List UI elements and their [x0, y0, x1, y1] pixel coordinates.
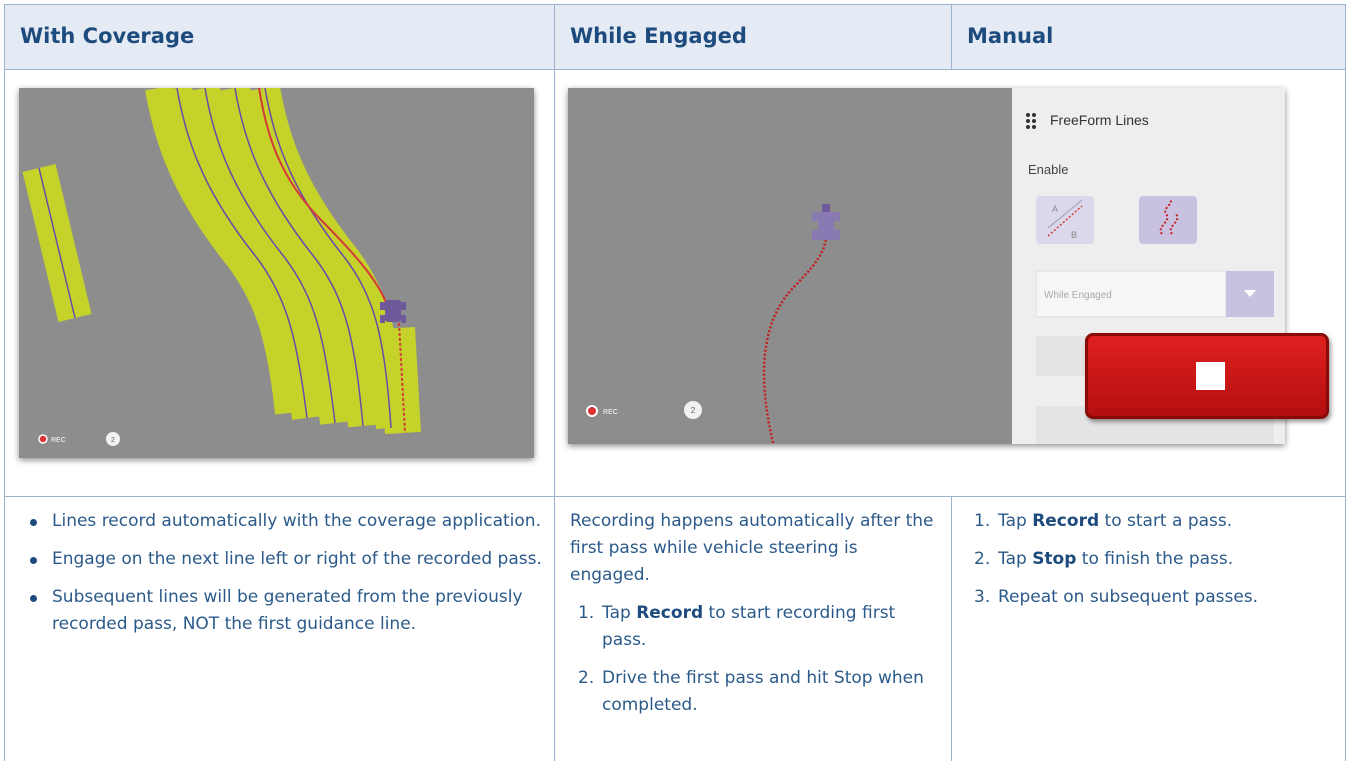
column-divider-1	[554, 4, 555, 761]
bullet-icon	[30, 557, 37, 564]
bullet-icon	[30, 519, 37, 526]
record-indicator-icon	[38, 434, 48, 444]
panel-title: FreeForm Lines	[1050, 112, 1149, 128]
rec-label: REC	[603, 409, 618, 416]
list-item: Subsequent lines will be generated from …	[22, 584, 542, 638]
list-item: Lines record automatically with the cove…	[22, 508, 542, 535]
header-manual: Manual	[951, 4, 1346, 70]
header-while-engaged: While Engaged	[554, 4, 951, 70]
freeform-line-button[interactable]	[1139, 196, 1197, 244]
ab-letter-b: B	[1071, 230, 1077, 240]
stop-icon	[1196, 362, 1225, 390]
header-with-coverage: With Coverage	[4, 4, 554, 70]
right-border	[1345, 4, 1346, 761]
record-indicator-icon	[586, 405, 598, 417]
list-item: 2. Drive the first pass and hit Stop when…	[578, 668, 924, 715]
counter-value: 2	[691, 406, 696, 415]
col3-content: 1. Tap Record to start a pass. 2. Tap Stop…	[966, 508, 1338, 622]
left-border	[4, 4, 5, 761]
col1-bullets: Lines record automatically with the cove…	[22, 508, 542, 649]
mode-dropdown-value: While Engaged	[1044, 290, 1112, 301]
col2-intro: Recording happens automatically after th…	[570, 511, 934, 585]
column-divider-2-body	[951, 496, 952, 761]
row-divider	[4, 496, 1346, 497]
rec-label: REC	[51, 437, 66, 444]
header-manual-label: Manual	[967, 24, 1054, 48]
bullet-icon	[30, 595, 37, 602]
coverage-map: REC 2	[19, 88, 534, 458]
enable-label: Enable	[1028, 162, 1068, 177]
stop-button[interactable]	[1085, 333, 1329, 419]
list-item: Engage on the next line left or right of…	[22, 546, 542, 573]
col2-content: Recording happens automatically after th…	[570, 508, 938, 730]
list-item: 3. Repeat on subsequent passes.	[974, 587, 1259, 607]
comparison-table: With Coverage While Engaged Manual REC 2…	[4, 4, 1346, 761]
coverage-screenshot: REC 2	[19, 88, 534, 458]
header-while-engaged-label: While Engaged	[570, 24, 747, 48]
counter-value: 2	[111, 437, 115, 444]
ab-letter-a: A	[1052, 204, 1058, 214]
ab-line-button[interactable]: A B	[1036, 196, 1094, 244]
list-item: 1. Tap Record to start recording first pa…	[578, 603, 896, 650]
list-item: 2. Tap Stop to finish the pass.	[974, 549, 1234, 569]
header-with-coverage-label: With Coverage	[20, 24, 195, 48]
list-item: 1. Tap Record to start a pass.	[974, 511, 1233, 531]
column-divider-2-header	[951, 4, 952, 70]
